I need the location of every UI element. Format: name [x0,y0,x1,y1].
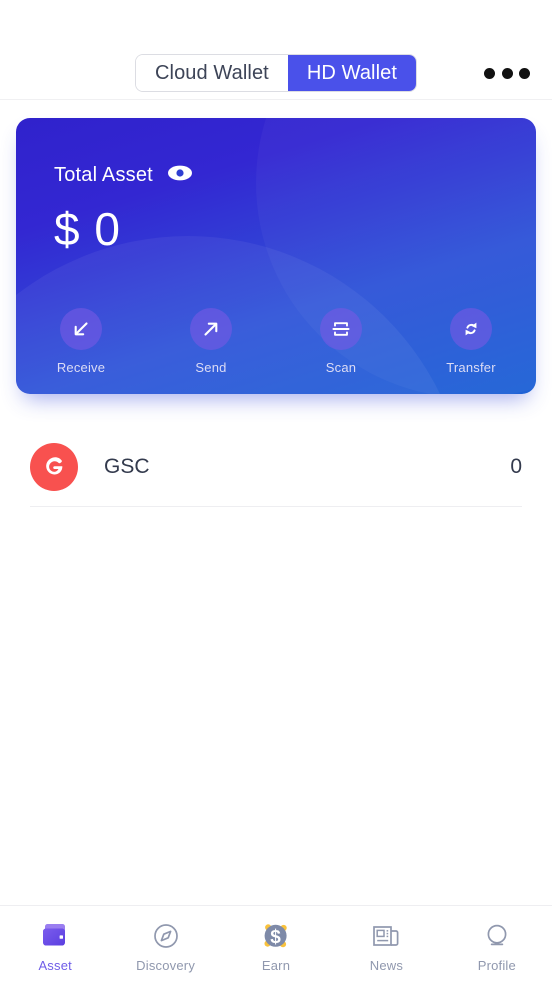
swap-refresh-icon [450,308,492,350]
dot-3 [519,67,530,79]
nav-item-news[interactable]: News [331,906,441,981]
wallet-icon [39,919,71,953]
gsc-logo-icon [30,443,78,491]
action-receive-label: Receive [56,360,106,375]
newspaper-icon [370,919,402,953]
action-send[interactable]: Send [146,308,276,375]
card-action-row: Receive Send Scan Transfer [16,308,536,375]
svg-text:$: $ [270,927,281,948]
dot-2 [501,67,513,79]
top-bar: Cloud Wallet HD Wallet [0,0,552,100]
wallet-type-switch[interactable]: Cloud Wallet HD Wallet [135,55,417,91]
action-transfer-label: Transfer [446,360,496,375]
dollar-coin-icon: $ [257,919,295,953]
nav-label-discovery: Discovery [136,957,196,973]
table-row[interactable]: GSC 0 [0,428,552,506]
action-send-label: Send [195,360,227,375]
token-list: GSC 0 [0,428,552,507]
dot-1 [484,67,495,79]
total-asset-header: Total Asset [54,164,193,187]
bottom-navigation: Asset Discovery $ Earn News Profile [0,905,552,981]
nav-item-profile[interactable]: Profile [442,906,552,981]
nav-label-news: News [369,957,404,973]
nav-label-asset: Asset [38,957,72,973]
nav-item-asset[interactable]: Asset [0,906,110,981]
asset-card-wrapper: Total Asset $ 0 Receive Send Scan Transf… [16,118,536,394]
token-balance: 0 [510,455,522,478]
more-horizontal-icon[interactable] [484,62,530,84]
qr-scan-icon [320,308,362,350]
nav-item-discovery[interactable]: Discovery [110,906,220,981]
action-receive[interactable]: Receive [16,308,146,375]
compass-icon [151,919,181,953]
nav-item-earn[interactable]: $ Earn [221,906,331,981]
tab-cloud-wallet[interactable]: Cloud Wallet [135,55,288,91]
nav-label-profile: Profile [477,957,516,973]
person-circle-icon [482,919,512,953]
total-asset-card: Total Asset $ 0 Receive Send Scan Transf… [16,118,536,394]
token-symbol: GSC [104,455,150,478]
eye-visible-icon[interactable] [167,164,193,187]
action-scan-label: Scan [325,360,357,375]
nav-label-earn: Earn [261,957,291,973]
action-scan[interactable]: Scan [276,308,406,375]
list-divider [30,506,522,507]
total-asset-amount: $ 0 [54,203,121,255]
total-asset-label: Total Asset [54,164,153,186]
arrow-up-right-icon [190,308,232,350]
arrow-down-left-icon [60,308,102,350]
tab-hd-wallet[interactable]: HD Wallet [287,55,417,91]
action-transfer[interactable]: Transfer [406,308,536,375]
